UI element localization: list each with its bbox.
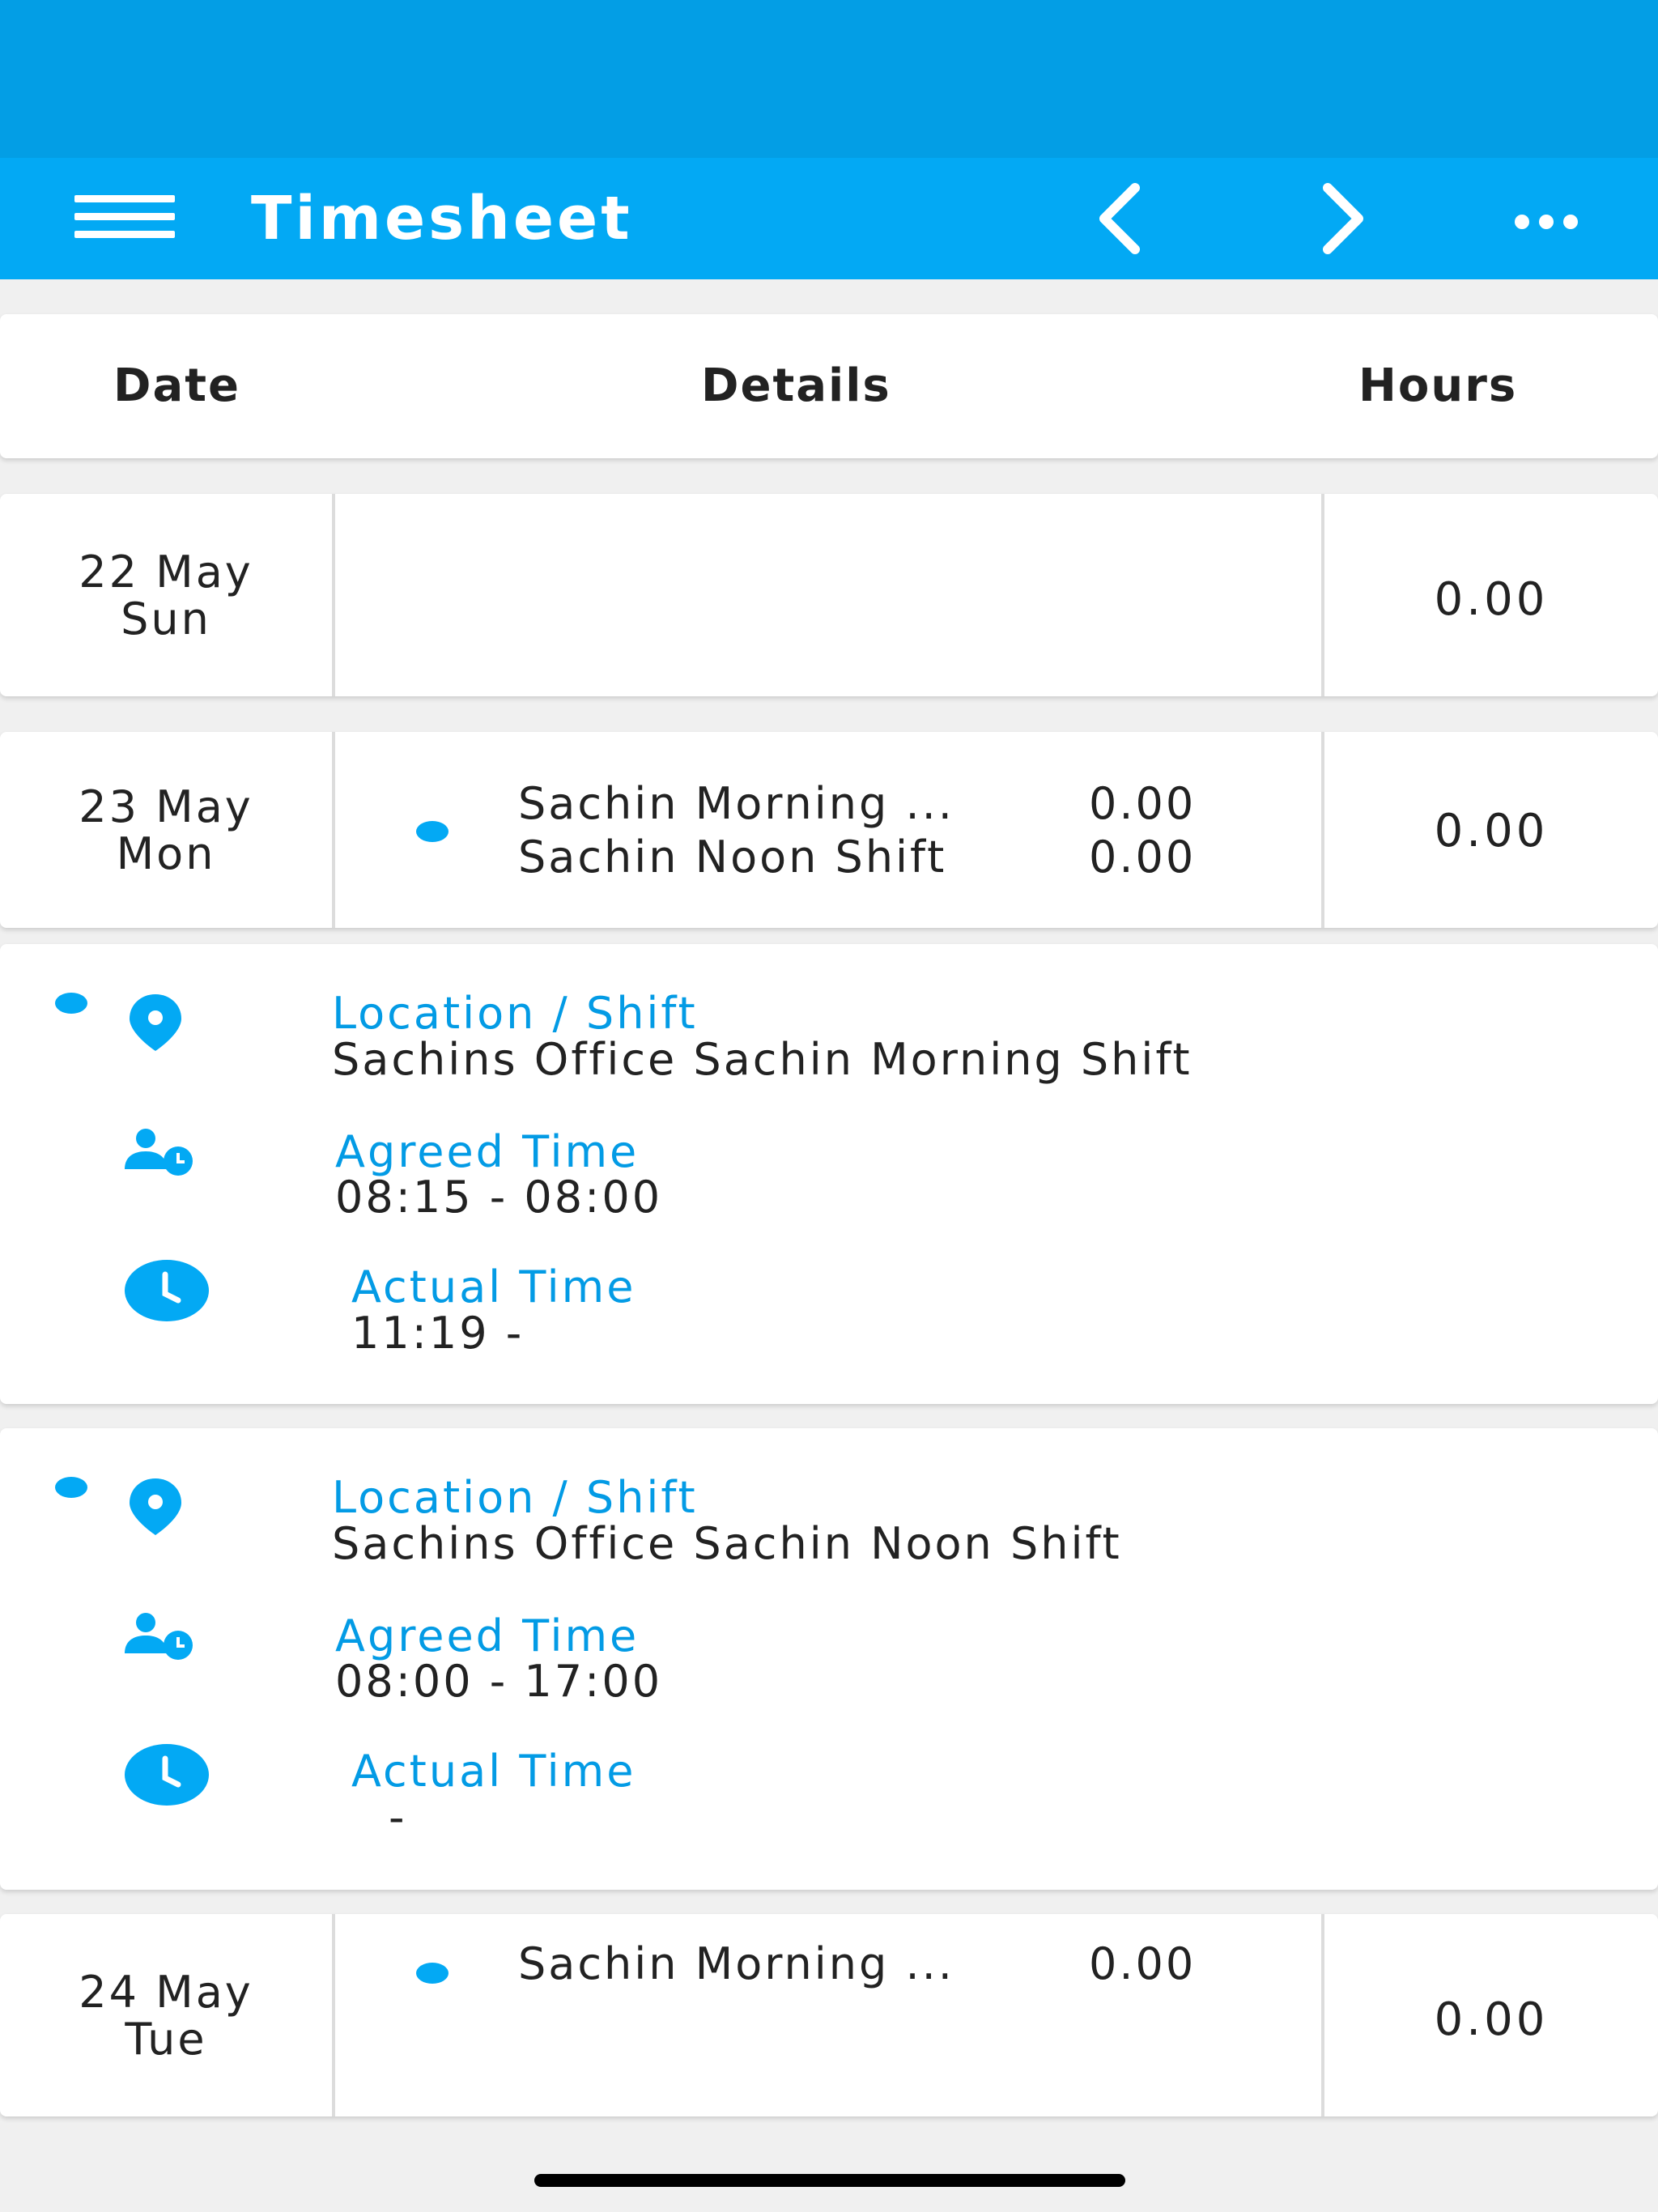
page-title: Timesheet bbox=[251, 184, 633, 253]
home-indicator[interactable] bbox=[534, 2174, 1125, 2187]
row-date-cell: 23 May Mon bbox=[0, 784, 332, 878]
column-header-details: Details bbox=[701, 359, 891, 412]
shift-hours: 0.00 bbox=[1089, 778, 1197, 829]
row-hours: 0.00 bbox=[1434, 1993, 1549, 2046]
shift-dot-icon bbox=[416, 1963, 449, 1984]
agreed-time-label: Agreed Time bbox=[335, 1610, 640, 1661]
row-date-cell: 22 May Sun bbox=[0, 549, 332, 643]
row-date: 22 May bbox=[79, 547, 253, 598]
shift-hours: 0.00 bbox=[1089, 832, 1197, 883]
shift-detail-card-morning[interactable]: Location / Shift Sachins Office Sachin M… bbox=[0, 944, 1658, 1404]
shift-name: Sachin Noon Shift bbox=[518, 832, 947, 883]
agreed-time-value: 08:15 - 08:00 bbox=[335, 1172, 663, 1223]
actual-time-value: 11:19 - bbox=[351, 1308, 525, 1359]
shift-dot-icon bbox=[55, 1477, 87, 1498]
chevron-left-icon[interactable] bbox=[1070, 170, 1167, 267]
menu-icon[interactable] bbox=[71, 176, 178, 257]
row-weekday: Sun bbox=[121, 593, 211, 644]
column-header-hours: Hours bbox=[1358, 359, 1518, 412]
actual-time-value: - bbox=[389, 1792, 407, 1843]
timesheet-row-23-may[interactable]: 23 May Mon Sachin Morning ... 0.00 Sachi… bbox=[0, 732, 1658, 928]
location-shift-label: Location / Shift bbox=[332, 1472, 698, 1523]
clock-icon bbox=[125, 1260, 209, 1321]
column-divider bbox=[332, 1914, 335, 2116]
chevron-right-icon[interactable] bbox=[1295, 170, 1392, 267]
row-date-cell: 24 May Tue bbox=[0, 1969, 332, 2063]
row-weekday: Mon bbox=[116, 828, 216, 879]
actual-time-label: Actual Time bbox=[351, 1746, 636, 1797]
column-header-date: Date bbox=[113, 359, 241, 412]
location-pin-icon bbox=[130, 1478, 181, 1535]
status-bar bbox=[0, 0, 1658, 158]
more-horizontal-icon[interactable] bbox=[1502, 182, 1591, 255]
user-clock-icon bbox=[125, 1129, 193, 1176]
agreed-time-label: Agreed Time bbox=[335, 1126, 640, 1177]
app-bar: Timesheet bbox=[0, 158, 1658, 279]
shift-name: Sachin Morning ... bbox=[518, 778, 954, 829]
timesheet-row-24-may[interactable]: 24 May Tue Sachin Morning ... 0.00 0.00 bbox=[0, 1914, 1658, 2116]
shift-dot-icon bbox=[55, 993, 87, 1014]
actual-time-label: Actual Time bbox=[351, 1261, 636, 1312]
agreed-time-value: 08:00 - 17:00 bbox=[335, 1656, 663, 1707]
location-shift-label: Location / Shift bbox=[332, 988, 698, 1039]
shift-dot-icon bbox=[416, 821, 449, 842]
shift-hours: 0.00 bbox=[1089, 1938, 1197, 1989]
location-pin-icon bbox=[130, 994, 181, 1051]
row-date: 24 May bbox=[79, 1967, 253, 2018]
column-divider bbox=[332, 494, 335, 696]
location-shift-value: Sachins Office Sachin Morning Shift bbox=[332, 1034, 1192, 1085]
row-date: 23 May bbox=[79, 781, 253, 832]
shift-detail-card-noon[interactable]: Location / Shift Sachins Office Sachin N… bbox=[0, 1428, 1658, 1890]
clock-icon bbox=[125, 1744, 209, 1806]
timesheet-row-22-may[interactable]: 22 May Sun 0.00 bbox=[0, 494, 1658, 696]
row-hours: 0.00 bbox=[1434, 805, 1549, 857]
row-weekday: Tue bbox=[125, 2014, 207, 2065]
user-clock-icon bbox=[125, 1613, 193, 1660]
row-hours: 0.00 bbox=[1434, 573, 1549, 626]
location-shift-value: Sachins Office Sachin Noon Shift bbox=[332, 1518, 1122, 1569]
column-divider bbox=[332, 732, 335, 928]
shift-name: Sachin Morning ... bbox=[518, 1938, 954, 1989]
column-header: Date Details Hours bbox=[0, 314, 1658, 458]
